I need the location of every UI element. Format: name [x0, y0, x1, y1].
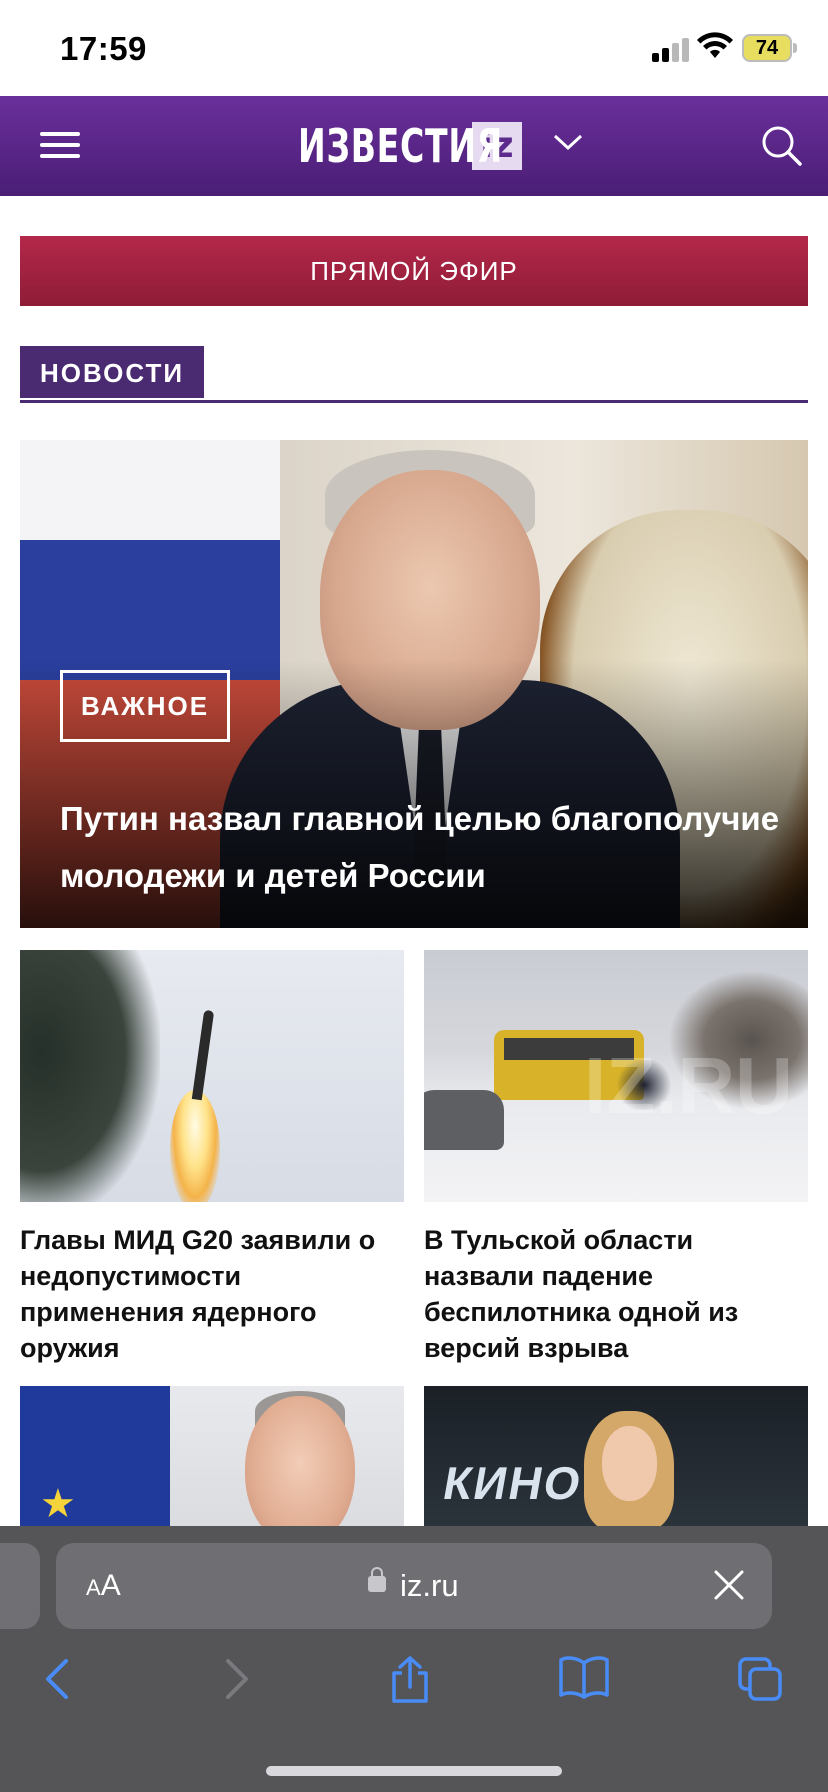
parked-car [424, 1090, 504, 1150]
news-card-title[interactable]: В Тульской области назвали падение беспи… [424, 1222, 808, 1366]
battery-icon: 74 [742, 34, 792, 62]
text-size-button[interactable]: AA [86, 1543, 121, 1631]
site-header: ИЗВЕСТИЯ iz [0, 96, 828, 196]
cellular-signal-icon [652, 36, 692, 62]
battery-level: 74 [755, 37, 779, 59]
missile-shape [191, 1009, 215, 1101]
forward-arrow-icon[interactable] [218, 1655, 254, 1703]
politician-portrait-image: ★ [20, 1386, 404, 1526]
wifi-icon [697, 32, 733, 58]
missile-launch-image [20, 950, 404, 1202]
important-badge: ВАЖНОЕ [60, 670, 231, 742]
image-sign-text: КИНО [439, 1457, 587, 1509]
close-icon[interactable] [712, 1568, 746, 1602]
hero-article[interactable]: ВАЖНОЕ Путин назвал главной целью благоп… [20, 440, 808, 928]
hamburger-menu-icon[interactable] [40, 130, 82, 160]
rocket-flame [170, 1090, 220, 1202]
previous-tab-preview[interactable] [0, 1543, 40, 1629]
search-icon[interactable] [760, 124, 804, 168]
lock-icon [368, 1567, 386, 1592]
address-bar[interactable]: AA iz.ru [56, 1543, 772, 1629]
tabs-icon[interactable] [736, 1655, 784, 1703]
face-image [602, 1426, 657, 1501]
tree-silhouette [20, 950, 160, 1202]
home-indicator[interactable] [266, 1766, 562, 1776]
cinema-event-image: КИНО [424, 1386, 808, 1526]
news-card[interactable]: ★ [20, 1386, 404, 1526]
status-time: 17:59 [60, 30, 147, 67]
battery-tip [793, 43, 797, 53]
chevron-down-icon[interactable] [552, 130, 584, 154]
news-card[interactable]: Главы МИД G20 заявили о недопустимости п… [20, 950, 404, 1366]
section-title[interactable]: НОВОСТИ [20, 346, 205, 398]
share-icon[interactable] [388, 1655, 432, 1705]
eu-star-icon: ★ [40, 1482, 76, 1526]
status-bar: 17:59 74 [0, 0, 828, 96]
news-card[interactable]: IZ.RU В Тульской области назвали падение… [424, 950, 808, 1366]
news-card-title[interactable]: Главы МИД G20 заявили о недопустимости п… [20, 1222, 404, 1366]
image-watermark: IZ.RU [584, 1041, 793, 1130]
back-arrow-icon[interactable] [40, 1655, 76, 1703]
url-text[interactable]: iz.ru [400, 1543, 459, 1629]
hero-headline[interactable]: Путин назвал главной целью благополучие … [60, 790, 780, 904]
face-image [245, 1396, 355, 1526]
live-broadcast-button[interactable]: ПРЯМОЙ ЭФИР [20, 236, 808, 306]
snowy-street-image: IZ.RU [424, 950, 808, 1202]
logo-text: ИЗВЕСТИЯ [298, 119, 503, 173]
bookmarks-icon[interactable] [558, 1655, 610, 1699]
section-header: НОВОСТИ [20, 346, 808, 403]
news-card[interactable]: КИНО [424, 1386, 808, 1526]
site-logo[interactable]: ИЗВЕСТИЯ iz [298, 118, 522, 174]
